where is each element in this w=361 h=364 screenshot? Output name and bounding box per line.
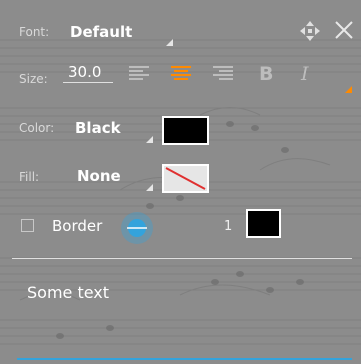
- border-color-swatch[interactable]: [246, 209, 281, 238]
- border-label: Border: [52, 217, 103, 235]
- spinner-corner-icon: [146, 184, 153, 191]
- fill-label: Fill:: [19, 170, 40, 184]
- move-icon[interactable]: [299, 20, 321, 42]
- divider: [12, 258, 352, 259]
- size-value: 30.0: [68, 63, 102, 81]
- color-swatch[interactable]: [162, 116, 209, 145]
- color-label: Color:: [19, 121, 55, 135]
- font-label: Font:: [19, 25, 50, 39]
- align-left-icon[interactable]: [129, 66, 149, 80]
- no-fill-icon: [165, 167, 206, 190]
- spinner-corner-icon: [166, 39, 173, 46]
- italic-corner-icon: [345, 86, 352, 93]
- text-input-value: Some text: [27, 283, 110, 302]
- size-field[interactable]: 30.0: [63, 62, 113, 83]
- font-value: Default: [70, 23, 133, 41]
- align-right-icon[interactable]: [213, 66, 233, 80]
- border-width-slider[interactable]: [117, 211, 157, 245]
- italic-button[interactable]: I: [301, 63, 309, 85]
- fill-value: None: [77, 167, 121, 185]
- size-label: Size:: [19, 72, 48, 86]
- spinner-corner-icon: [146, 136, 153, 143]
- bold-button[interactable]: B: [259, 63, 273, 85]
- text-input[interactable]: Some text: [17, 276, 352, 360]
- border-width-value: 1: [224, 219, 233, 234]
- text-properties-panel: Font: Default Size: 30.0 B I Color: Blac…: [0, 0, 361, 364]
- align-center-icon[interactable]: [171, 66, 191, 80]
- border-checkbox[interactable]: [21, 219, 34, 232]
- close-icon[interactable]: [334, 20, 354, 40]
- color-value: Black: [75, 119, 121, 137]
- fill-swatch[interactable]: [162, 164, 209, 193]
